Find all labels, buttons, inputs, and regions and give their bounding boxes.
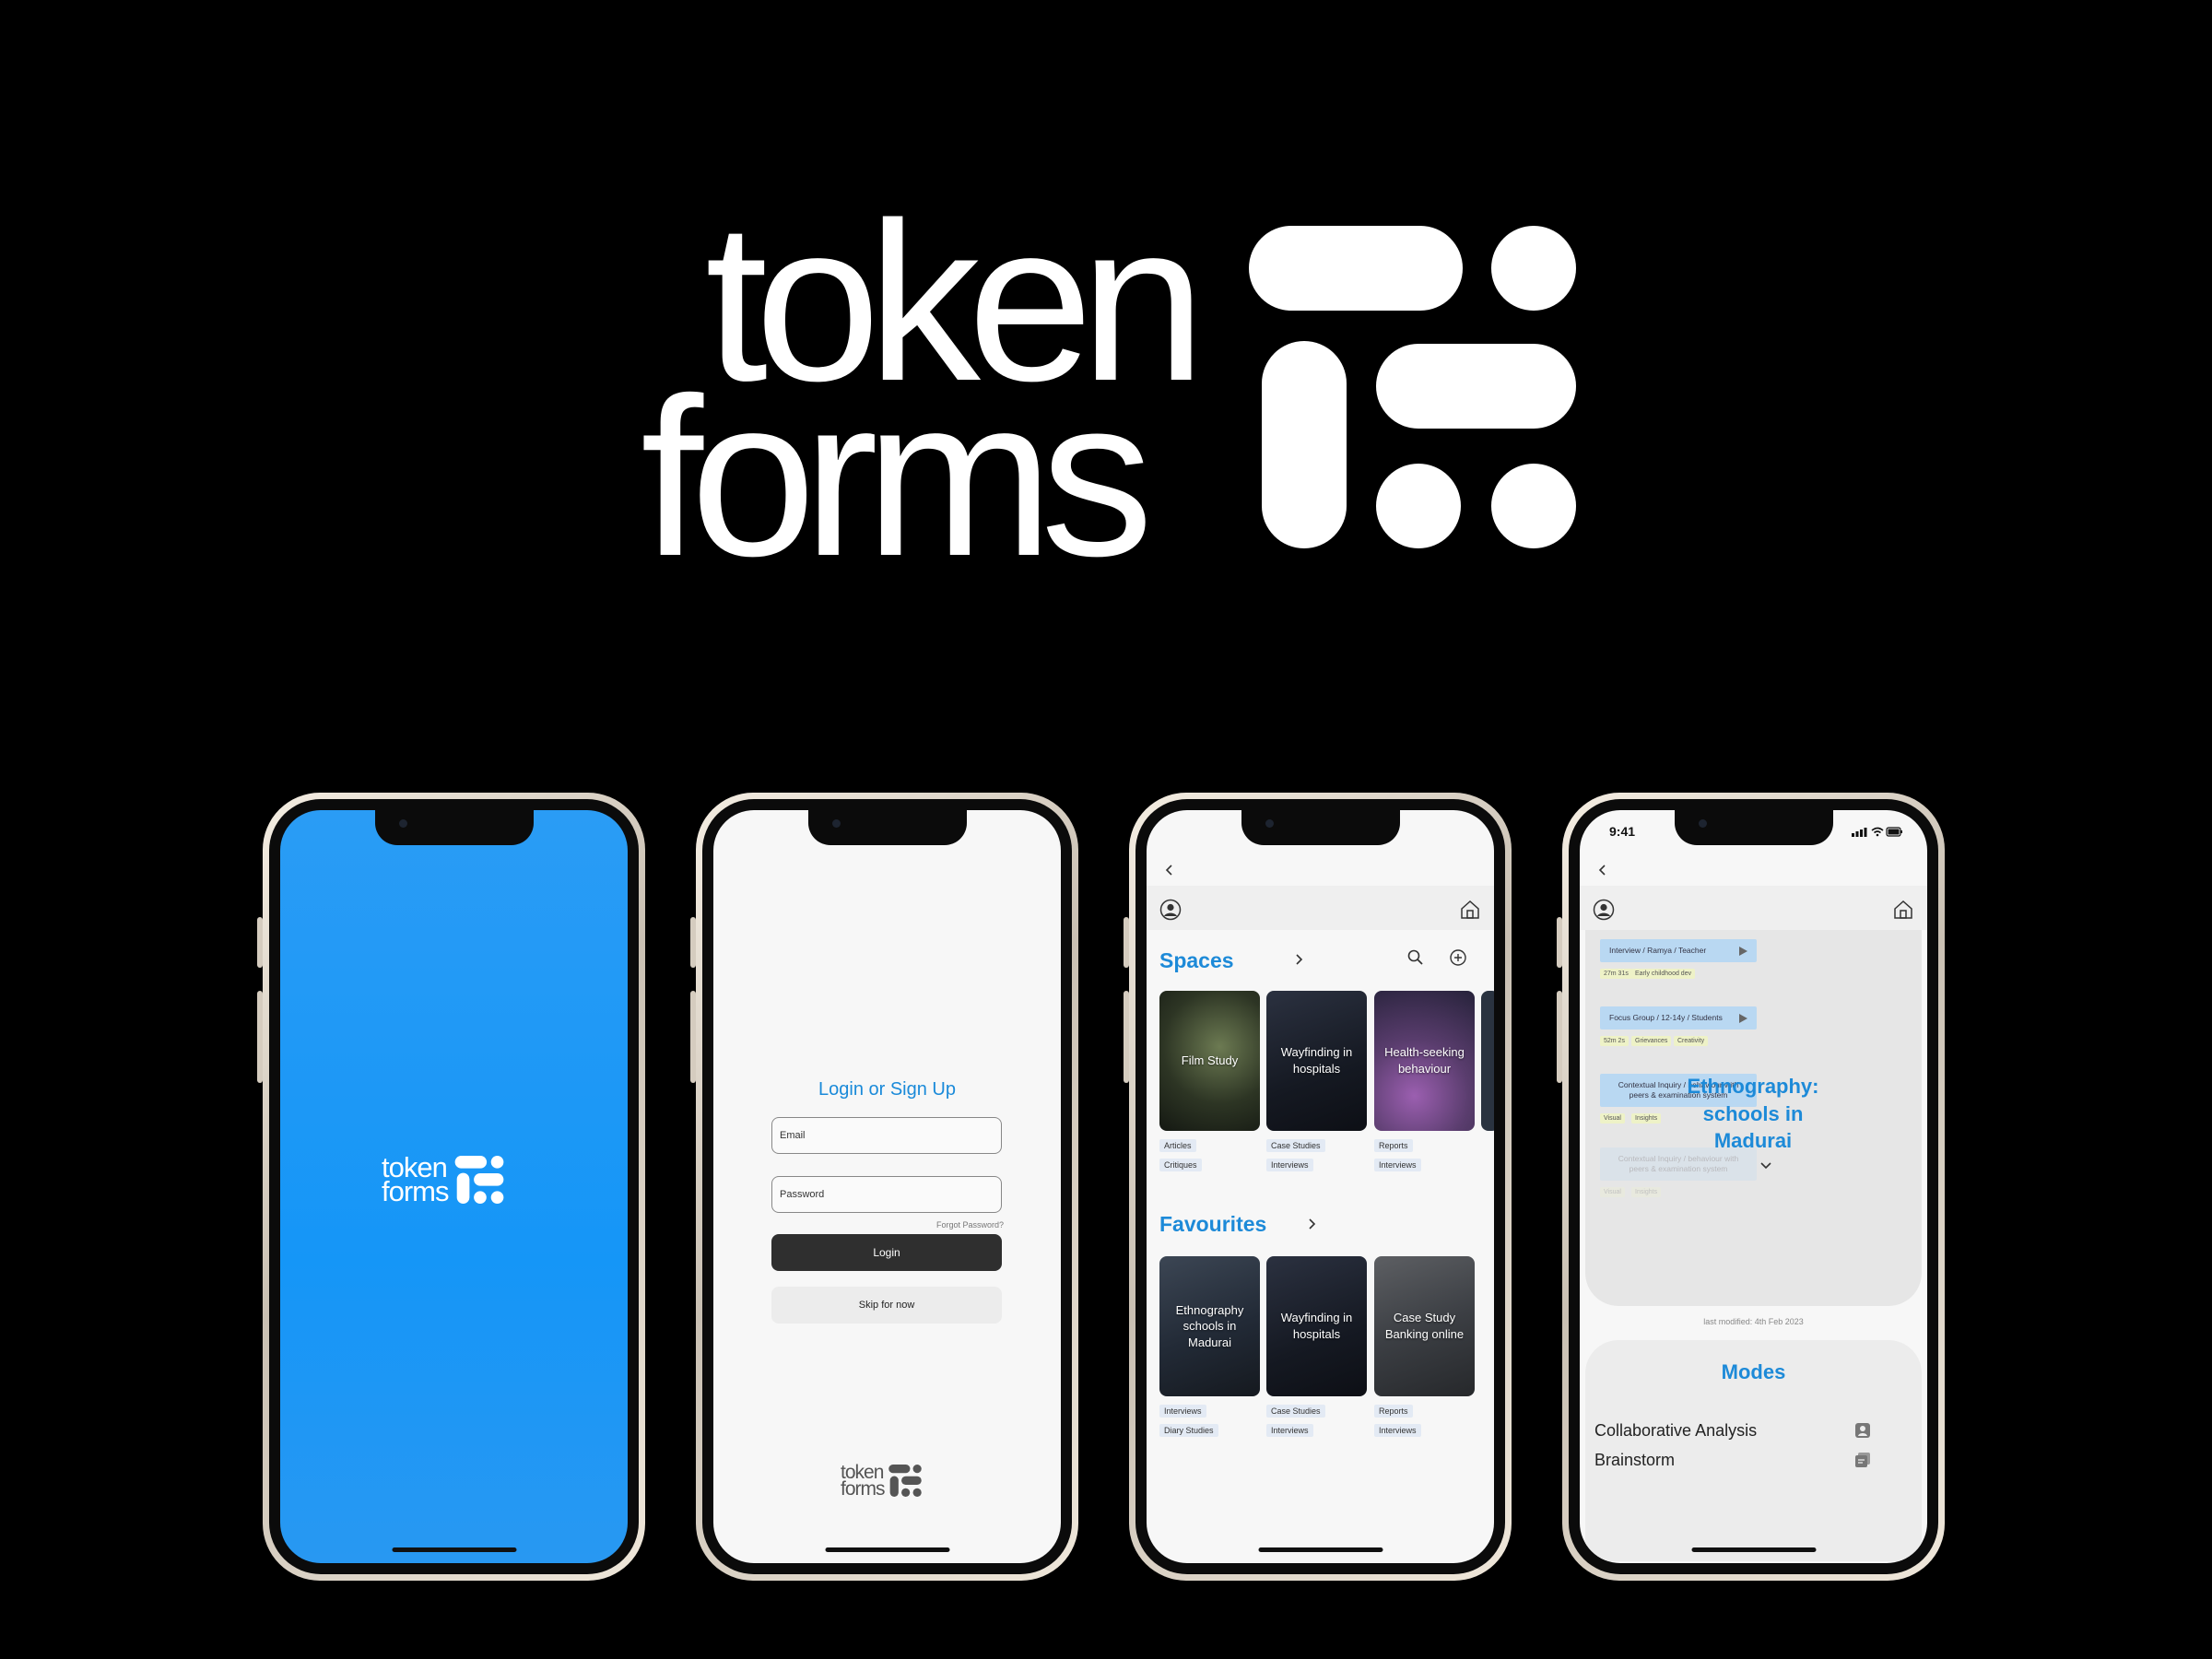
card-tag: Interviews xyxy=(1266,1424,1313,1437)
phone-login: Login or Sign Up Forgot Password? Login … xyxy=(690,793,1078,1581)
hero-word-forms: forms xyxy=(641,350,1153,603)
recording-tag: 52m 2s xyxy=(1600,1036,1629,1046)
recording-tag: Insights xyxy=(1631,1187,1662,1197)
card-tag: Reports xyxy=(1374,1405,1413,1418)
notch xyxy=(1674,810,1833,845)
splash-screen: token forms xyxy=(280,810,628,1563)
recording-item[interactable]: Interview / Ramya / Teacher xyxy=(1600,939,1757,963)
login-title: Login or Sign Up xyxy=(818,1079,956,1100)
card-title: Health-seeking behaviour xyxy=(1384,1045,1465,1076)
home-indicator[interactable] xyxy=(1258,1547,1382,1552)
search-icon[interactable] xyxy=(1406,948,1425,967)
favourite-card[interactable]: Wayfinding in hospitals xyxy=(1266,1256,1367,1396)
notch xyxy=(807,810,967,845)
recording-tag: Early childhood dev xyxy=(1631,969,1696,979)
card-title: Ethnography schools in Madurai xyxy=(1175,1302,1244,1349)
card-tag: Critiques xyxy=(1159,1159,1202,1171)
card-title: Wayfinding in hospitals xyxy=(1280,1045,1353,1076)
card-tag: Reports xyxy=(1374,1139,1413,1152)
space-card-partial[interactable] xyxy=(1481,991,1494,1131)
space-card[interactable]: Film Study xyxy=(1159,991,1260,1131)
last-modified: last modified: 4th Feb 2023 xyxy=(1703,1317,1804,1326)
phone-spaces: Spaces Film Study Wayfinding in hospital… xyxy=(1124,793,1512,1581)
card-tag: Articles xyxy=(1159,1139,1196,1152)
brand-mark-icon xyxy=(888,1465,922,1498)
status-time: 9:41 xyxy=(1609,824,1636,839)
skip-button[interactable]: Skip for now xyxy=(771,1287,1002,1324)
mode-brainstorm[interactable]: Brainstorm xyxy=(1594,1451,1675,1470)
recording-label: Contextual Inquiry / behaviour with peer… xyxy=(1618,1154,1739,1174)
play-icon[interactable] xyxy=(1738,1013,1747,1023)
add-icon[interactable] xyxy=(1449,948,1467,967)
home-indicator[interactable] xyxy=(392,1547,516,1552)
recording-tag: Visual xyxy=(1600,1113,1625,1124)
space-card[interactable]: Wayfinding in hospitals xyxy=(1266,991,1367,1131)
chevron-right-icon[interactable] xyxy=(1292,953,1305,966)
spaces-title[interactable]: Spaces xyxy=(1159,948,1234,973)
top-bar xyxy=(1147,858,1494,886)
chevron-right-icon[interactable] xyxy=(1305,1218,1318,1230)
notch xyxy=(1241,810,1400,845)
recording-tag: Creativity xyxy=(1674,1036,1709,1046)
space-card[interactable]: Health-seeking behaviour xyxy=(1374,991,1475,1131)
notch xyxy=(374,810,534,845)
recording-item[interactable]: Focus Group / 12-14y / Students xyxy=(1600,1006,1757,1030)
card-tag: Interviews xyxy=(1266,1159,1313,1171)
space-title: Ethnography: schools in Madurai xyxy=(1687,1075,1819,1153)
back-icon[interactable] xyxy=(1163,864,1176,877)
favourite-card[interactable]: Case Study Banking online xyxy=(1374,1256,1475,1396)
phone-splash: token forms xyxy=(257,793,645,1581)
email-field[interactable] xyxy=(771,1117,1002,1154)
recordings-panel: Interview / Ramya / Teacher 27m 31s Earl… xyxy=(1585,930,1922,1306)
card-tag: Interviews xyxy=(1374,1159,1421,1171)
home-icon[interactable] xyxy=(1459,899,1481,921)
sticky-note-icon[interactable] xyxy=(1854,1452,1871,1468)
icon-row xyxy=(1580,886,1927,930)
card-title: Wayfinding in hospitals xyxy=(1280,1311,1353,1341)
play-icon[interactable] xyxy=(1738,946,1747,956)
login-screen: Login or Sign Up Forgot Password? Login … xyxy=(713,810,1061,1563)
back-icon[interactable] xyxy=(1596,864,1609,877)
home-indicator[interactable] xyxy=(1691,1547,1816,1552)
splash-logo: token forms xyxy=(382,1153,504,1208)
card-title: Case Study Banking online xyxy=(1384,1311,1465,1341)
brand-mark-icon xyxy=(454,1156,503,1205)
recording-tag: Visual xyxy=(1600,1187,1625,1197)
person-icon[interactable] xyxy=(1854,1422,1871,1439)
modes-title: Modes xyxy=(1721,1360,1786,1383)
favourites-title[interactable]: Favourites xyxy=(1159,1212,1266,1237)
recording-label: Focus Group / 12-14y / Students xyxy=(1609,1013,1723,1022)
forgot-password-link[interactable]: Forgot Password? xyxy=(936,1220,1004,1230)
logo-word-forms: forms xyxy=(841,1477,885,1500)
card-title: Film Study xyxy=(1181,1053,1239,1068)
card-tag: Diary Studies xyxy=(1159,1424,1218,1437)
recording-tag: Insights xyxy=(1631,1113,1662,1124)
home-icon[interactable] xyxy=(1892,899,1914,921)
recording-tag: 27m 31s xyxy=(1600,969,1632,979)
spaces-screen: Spaces Film Study Wayfinding in hospital… xyxy=(1147,810,1494,1563)
phone-detail: 9:41 Interview / Ramya / Teacher 27m 31s xyxy=(1557,793,1945,1581)
card-tag: Interviews xyxy=(1374,1424,1421,1437)
home-indicator[interactable] xyxy=(825,1547,949,1552)
detail-screen: 9:41 Interview / Ramya / Teacher 27m 31s xyxy=(1580,810,1927,1563)
chevron-down-icon[interactable] xyxy=(1759,1160,1773,1171)
top-bar xyxy=(1580,858,1927,886)
mode-collaborative-analysis[interactable]: Collaborative Analysis xyxy=(1594,1421,1757,1441)
user-icon[interactable] xyxy=(1159,899,1182,921)
recording-label: Interview / Ramya / Teacher xyxy=(1609,946,1707,955)
icon-row xyxy=(1147,886,1494,930)
recording-tag: Grievances xyxy=(1631,1036,1672,1046)
user-icon[interactable] xyxy=(1593,899,1615,921)
card-tag: Case Studies xyxy=(1266,1139,1325,1152)
status-icons xyxy=(1852,827,1902,837)
card-tag: Interviews xyxy=(1159,1405,1206,1418)
password-field[interactable] xyxy=(771,1176,1002,1213)
login-button[interactable]: Login xyxy=(771,1234,1002,1271)
logo-word-forms: forms xyxy=(382,1175,449,1208)
modes-panel: Modes Collaborative Analysis Brainstorm xyxy=(1585,1340,1922,1561)
brand-mark-icon xyxy=(1249,226,1576,548)
login-footer-logo: token forms xyxy=(841,1463,922,1500)
favourite-card[interactable]: Ethnography schools in Madurai xyxy=(1159,1256,1260,1396)
card-tag: Case Studies xyxy=(1266,1405,1325,1418)
